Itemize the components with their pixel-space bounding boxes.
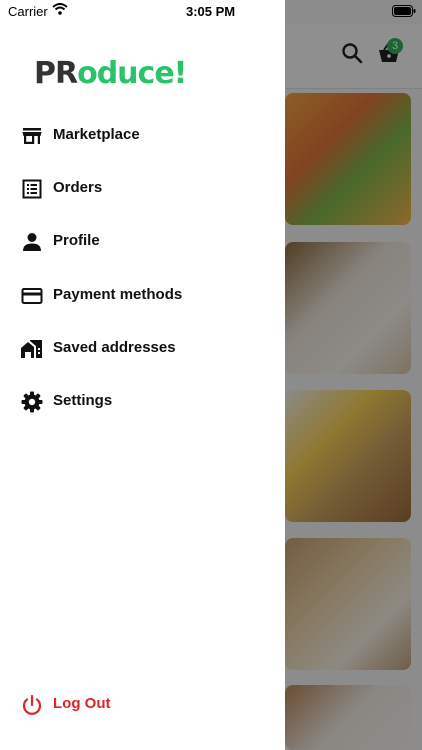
home-icon: [20, 337, 44, 361]
battery-icon: [392, 5, 416, 20]
menu-label: Saved addresses: [53, 339, 176, 356]
store-icon: [20, 124, 44, 148]
menu-item-saved-addresses[interactable]: Saved addresses: [0, 327, 285, 371]
drawer-overlay[interactable]: [285, 0, 422, 750]
navigation-drawer: PRoduce! Marketplace Orders Profile Paym…: [0, 0, 285, 750]
menu-item-orders[interactable]: Orders: [0, 167, 285, 211]
menu-label: Profile: [53, 232, 100, 249]
credit-card-icon: [20, 284, 44, 308]
power-icon: [20, 693, 44, 717]
menu-label: Payment methods: [53, 286, 183, 303]
menu-item-settings[interactable]: Settings: [0, 380, 285, 424]
menu-item-payment-methods[interactable]: Payment methods: [0, 274, 285, 318]
list-icon: [20, 177, 44, 201]
wifi-icon: [52, 3, 68, 18]
menu-label: Marketplace: [53, 126, 140, 143]
carrier-label: Carrier: [8, 4, 48, 19]
status-time: 3:05 PM: [186, 4, 236, 19]
gear-icon: [20, 390, 44, 414]
menu-label: Orders: [53, 179, 103, 196]
person-icon: [20, 230, 44, 254]
logout-button[interactable]: Log Out: [0, 683, 285, 727]
menu-item-marketplace[interactable]: Marketplace: [0, 114, 285, 158]
menu-label: Settings: [53, 392, 113, 409]
logout-label: Log Out: [53, 695, 111, 712]
menu-item-profile[interactable]: Profile: [0, 220, 285, 264]
app-logo: PRoduce!: [34, 56, 187, 91]
status-bar: Carrier 3:05 PM: [0, 0, 422, 24]
